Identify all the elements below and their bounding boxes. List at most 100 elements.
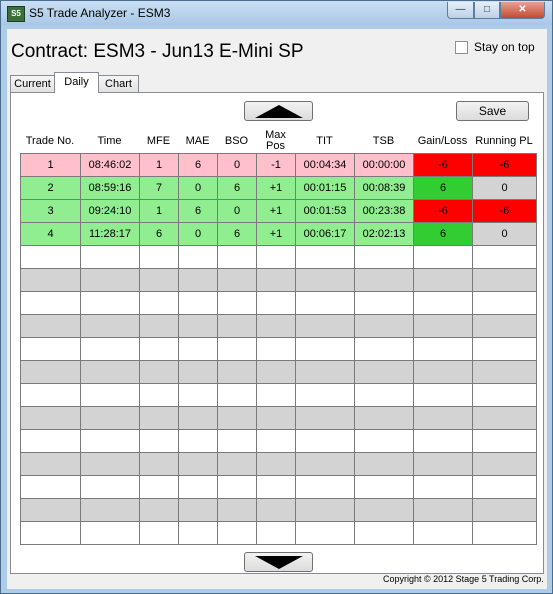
table-cell[interactable] [354, 314, 414, 338]
table-cell[interactable] [413, 452, 473, 476]
table-cell[interactable] [139, 291, 179, 315]
table-cell[interactable] [472, 475, 537, 499]
table-cell[interactable] [20, 245, 81, 269]
table-cell[interactable]: 0 [217, 153, 257, 177]
table-cell[interactable] [20, 383, 81, 407]
table-row[interactable]: 3 09:24:10 1 6 0 +1 00:01:53 00:23:38 -6 -6 [20, 199, 537, 223]
table-cell[interactable]: +1 [256, 176, 296, 200]
table-cell[interactable] [256, 429, 296, 453]
table-cell[interactable] [256, 406, 296, 430]
table-cell[interactable]: 1 [139, 153, 179, 177]
table-cell[interactable]: 00:08:39 [354, 176, 414, 200]
column-header[interactable]: Max Pos [256, 129, 295, 153]
table-row[interactable]: 2 08:59:16 7 0 6 +1 00:01:15 00:08:39 6 0 [20, 176, 537, 200]
empty-row[interactable] [20, 291, 537, 315]
table-cell[interactable]: 00:04:34 [295, 153, 355, 177]
table-cell[interactable]: 6 [217, 222, 257, 246]
table-cell[interactable] [295, 245, 355, 269]
table-cell[interactable] [139, 314, 179, 338]
column-header[interactable]: Gain/Loss [413, 129, 472, 153]
table-cell[interactable] [217, 452, 257, 476]
table-cell[interactable] [472, 268, 537, 292]
column-header[interactable]: BSO [217, 129, 256, 153]
table-cell[interactable] [178, 337, 218, 361]
table-cell[interactable]: -6 [413, 199, 473, 223]
table-cell[interactable] [413, 360, 473, 384]
table-cell[interactable] [20, 452, 81, 476]
table-row[interactable]: 1 08:46:02 1 6 0 -1 00:04:34 00:00:00 -6 -6 [20, 153, 537, 177]
table-cell[interactable] [80, 475, 140, 499]
table-cell[interactable] [178, 291, 218, 315]
table-cell[interactable] [178, 452, 218, 476]
table-cell[interactable] [295, 360, 355, 384]
table-cell[interactable] [139, 521, 179, 545]
table-cell[interactable] [80, 521, 140, 545]
table-cell[interactable] [139, 406, 179, 430]
table-cell[interactable] [20, 521, 81, 545]
empty-row[interactable] [20, 429, 537, 453]
table-cell[interactable]: 00:01:15 [295, 176, 355, 200]
table-cell[interactable] [354, 521, 414, 545]
table-cell[interactable] [139, 337, 179, 361]
table-row[interactable]: 4 11:28:17 6 0 6 +1 00:06:17 02:02:13 6 0 [20, 222, 537, 246]
table-cell[interactable] [80, 452, 140, 476]
table-cell[interactable] [354, 360, 414, 384]
table-cell[interactable]: -6 [472, 153, 537, 177]
table-cell[interactable]: 08:59:16 [80, 176, 140, 200]
empty-row[interactable] [20, 452, 537, 476]
table-cell[interactable] [178, 498, 218, 522]
table-cell[interactable] [80, 314, 140, 338]
table-cell[interactable] [80, 360, 140, 384]
table-cell[interactable] [178, 245, 218, 269]
table-cell[interactable] [295, 268, 355, 292]
table-cell[interactable] [217, 268, 257, 292]
column-header[interactable]: MFE [139, 129, 178, 153]
column-header[interactable]: Running PL [472, 129, 536, 153]
table-cell[interactable] [295, 498, 355, 522]
table-cell[interactable] [354, 337, 414, 361]
table-cell[interactable] [354, 475, 414, 499]
table-cell[interactable] [295, 452, 355, 476]
table-cell[interactable] [217, 429, 257, 453]
table-cell[interactable] [80, 383, 140, 407]
table-cell[interactable] [139, 360, 179, 384]
table-cell[interactable] [354, 429, 414, 453]
table-cell[interactable] [354, 406, 414, 430]
table-cell[interactable] [354, 245, 414, 269]
table-cell[interactable]: 0 [178, 176, 218, 200]
table-cell[interactable] [413, 291, 473, 315]
table-cell[interactable] [295, 314, 355, 338]
table-cell[interactable] [20, 314, 81, 338]
column-header[interactable]: MAE [178, 129, 217, 153]
table-cell[interactable] [217, 383, 257, 407]
table-cell[interactable] [256, 360, 296, 384]
table-cell[interactable] [295, 475, 355, 499]
table-cell[interactable] [472, 291, 537, 315]
table-cell[interactable] [139, 383, 179, 407]
table-cell[interactable]: 00:06:17 [295, 222, 355, 246]
table-cell[interactable] [413, 245, 473, 269]
table-cell[interactable]: 1 [20, 153, 81, 177]
table-cell[interactable] [256, 245, 296, 269]
table-cell[interactable] [217, 475, 257, 499]
table-cell[interactable] [413, 498, 473, 522]
empty-row[interactable] [20, 498, 537, 522]
table-cell[interactable]: 00:23:38 [354, 199, 414, 223]
table-cell[interactable] [256, 268, 296, 292]
table-cell[interactable] [139, 268, 179, 292]
table-cell[interactable] [178, 406, 218, 430]
table-cell[interactable]: 6 [413, 176, 473, 200]
table-cell[interactable] [217, 245, 257, 269]
empty-row[interactable] [20, 406, 537, 430]
table-cell[interactable] [139, 498, 179, 522]
table-cell[interactable] [354, 498, 414, 522]
table-cell[interactable]: 08:46:02 [80, 153, 140, 177]
close-button[interactable]: ✕ [500, 2, 545, 19]
table-cell[interactable] [354, 268, 414, 292]
table-cell[interactable] [80, 498, 140, 522]
table-cell[interactable] [413, 521, 473, 545]
table-cell[interactable]: 11:28:17 [80, 222, 140, 246]
table-cell[interactable] [178, 475, 218, 499]
table-cell[interactable] [80, 337, 140, 361]
table-cell[interactable]: -6 [413, 153, 473, 177]
